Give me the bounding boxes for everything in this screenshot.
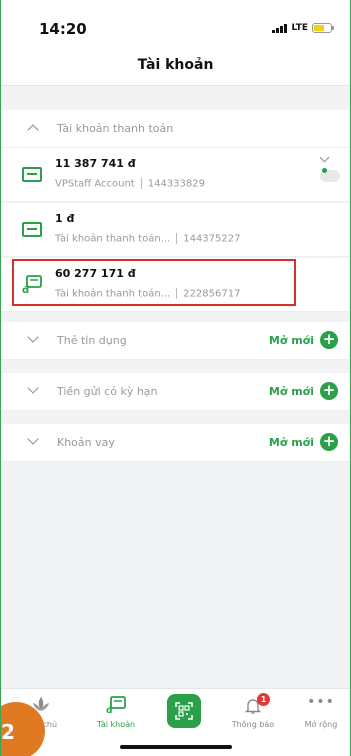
status-time: 14:20	[39, 20, 87, 38]
account-number: 144375227	[183, 233, 241, 245]
card-icon	[22, 167, 42, 182]
home-indicator	[120, 745, 232, 749]
svg-text:đ: đ	[106, 706, 113, 714]
open-new-deposit-button[interactable]: Mở mới +	[269, 382, 338, 400]
nav-bar: Tài khoản	[1, 44, 350, 86]
qr-scan-button[interactable]	[167, 694, 201, 728]
section-label: Tài khoản thanh toán	[57, 122, 174, 135]
section-loan-header[interactable]: Khoản vay Mở mới +	[1, 424, 350, 462]
page-title: Tài khoản	[137, 57, 214, 73]
account-row[interactable]: 11 387 741 đ VPStaff Account 144333829	[1, 148, 350, 202]
account-balance: 11 387 741 đ	[55, 157, 136, 170]
plus-icon: +	[320, 382, 338, 400]
open-new-loan-button[interactable]: Mở mới +	[269, 433, 338, 451]
section-credit-header[interactable]: Thẻ tín dụng Mở mới +	[1, 322, 350, 360]
highlight-box	[12, 259, 296, 306]
tab-label: Tài khoản	[96, 720, 136, 729]
network-label: LTE	[291, 23, 308, 33]
battery-icon	[312, 23, 334, 33]
open-new-label: Mở mới	[268, 333, 314, 347]
account-row[interactable]: 1 đ Tài khoản thanh toán... 144375227	[1, 203, 350, 257]
card-icon	[22, 222, 42, 237]
chevron-down-icon	[27, 331, 39, 343]
status-bar: 14:20 LTE	[1, 0, 350, 44]
signal-icon	[272, 23, 288, 33]
chevron-down-icon[interactable]	[319, 152, 330, 163]
tab-label: Thông báo	[231, 720, 275, 729]
chevron-down-icon	[27, 382, 39, 394]
account-info: Tài khoản thanh toán... 144375227	[55, 233, 240, 245]
section-label: Tiền gửi có kỳ hạn	[57, 385, 158, 398]
open-new-credit-button[interactable]: Mở mới +	[269, 331, 338, 349]
section-deposit-header[interactable]: Tiền gửi có kỳ hạn Mở mới +	[1, 373, 350, 411]
step-number: 2	[1, 720, 15, 744]
plus-icon: +	[320, 331, 338, 349]
chevron-down-icon	[27, 433, 39, 445]
section-label: Thẻ tín dụng	[57, 334, 127, 347]
status-indicators: LTE	[272, 23, 334, 33]
open-new-label: Mở mới	[268, 435, 314, 449]
qr-code-icon	[175, 702, 193, 720]
tab-label: Mở rộng	[304, 720, 338, 729]
plus-icon: +	[320, 433, 338, 451]
account-balance: 1 đ	[55, 212, 75, 225]
account-number: 144333829	[147, 178, 205, 190]
more-dots-icon: •••	[307, 694, 335, 710]
section-label: Khoản vay	[57, 436, 115, 449]
account-name: Tài khoản thanh toán...	[55, 233, 171, 245]
account-info: VPStaff Account 144333829	[55, 178, 205, 190]
notification-badge: 1	[257, 693, 270, 706]
currency-card-icon: đ	[106, 696, 126, 714]
status-dot	[322, 168, 327, 173]
app-screen: 14:20 LTE Tài khoản Tài khoản thanh toán…	[0, 0, 351, 756]
open-new-label: Mở mới	[268, 384, 314, 398]
chevron-up-icon	[27, 124, 39, 136]
account-name: VPStaff Account	[55, 178, 135, 190]
section-payment-header[interactable]: Tài khoản thanh toán	[1, 110, 350, 148]
